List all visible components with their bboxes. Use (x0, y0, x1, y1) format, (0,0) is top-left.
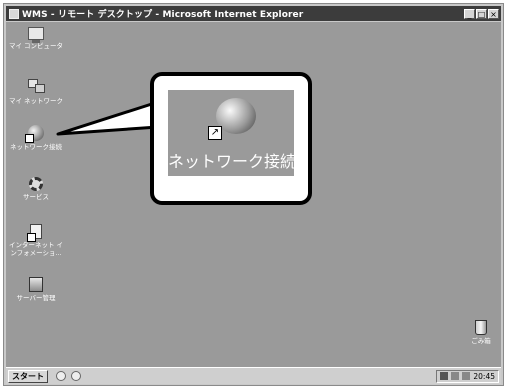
taskbar: スタート 20:45 (6, 367, 501, 384)
network-connections-large-icon (216, 98, 256, 134)
remote-desktop: マイ コンピュータ マイ ネットワーク ネットワーク接続 サービス インターネッ… (6, 22, 501, 367)
window-controls: _ □ × (464, 8, 499, 19)
maximize-button[interactable]: □ (476, 8, 487, 19)
close-button[interactable]: × (488, 8, 499, 19)
callout-label: ネットワーク接続 (168, 152, 297, 171)
start-button[interactable]: スタート (8, 369, 48, 383)
window-title: WMS - リモート デスクトップ - Microsoft Internet E… (22, 10, 304, 20)
quick-launch-ie-icon[interactable] (71, 371, 81, 381)
shortcut-arrow-icon: ↗ (208, 126, 222, 140)
tray-network-icon[interactable] (451, 372, 460, 380)
callout-icon-area: ↗ ネットワーク接続 (168, 90, 297, 176)
title-bar[interactable]: WMS - リモート デスクトップ - Microsoft Internet E… (6, 6, 501, 21)
tray-volume-icon[interactable] (462, 372, 471, 380)
ie-window-icon (9, 8, 19, 19)
quick-launch-desktop-icon[interactable] (56, 371, 66, 381)
tray-server-icon[interactable] (440, 372, 449, 380)
remote-desktop-window: WMS - リモート デスクトップ - Microsoft Internet E… (3, 3, 504, 386)
system-tray: 20:45 (436, 369, 499, 383)
clock: 20:45 (473, 371, 495, 381)
zoom-callout: ↗ ネットワーク接続 (150, 72, 312, 205)
minimize-button[interactable]: _ (464, 8, 475, 19)
